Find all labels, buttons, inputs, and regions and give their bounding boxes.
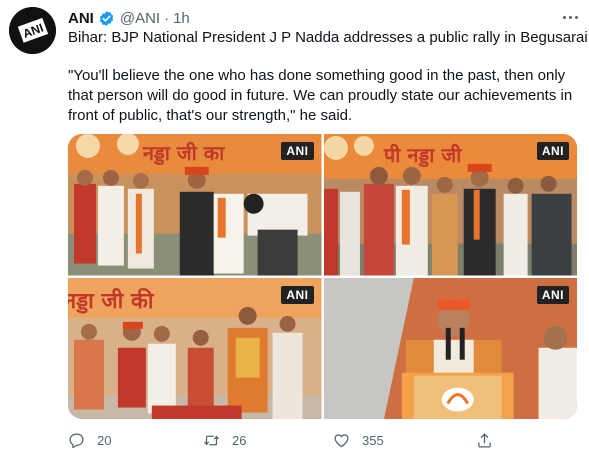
reply-button[interactable]: 20 [68, 432, 111, 449]
tweet-header: ANI @ANI · 1h [68, 8, 190, 28]
media-grid: नड्डा जी का ANI पी नड्डा जी ANI नड्डा जी… [68, 134, 577, 419]
photo-2[interactable]: पी नड्डा जी ANI [323, 134, 577, 276]
tweet-text-headline: Bihar: BJP National President J P Nadda … [68, 29, 588, 46]
timestamp[interactable]: 1h [173, 10, 190, 27]
photo-1[interactable]: नड्डा जी का ANI [68, 134, 322, 276]
author-name[interactable]: ANI [68, 10, 94, 27]
photo-3[interactable]: नड्डा जी की ANI [68, 277, 322, 419]
author-handle[interactable]: @ANI [120, 10, 160, 27]
ani-watermark: ANI [281, 142, 314, 160]
photo-2-banner: पी नड्डा जी [382, 143, 461, 168]
like-count: 355 [362, 432, 384, 448]
like-button[interactable]: 355 [333, 432, 384, 449]
avatar[interactable]: ANI [9, 7, 56, 54]
retweet-count: 26 [232, 432, 247, 448]
ani-watermark: ANI [536, 142, 569, 160]
photo-3-banner: नड्डा जी की [68, 286, 155, 313]
tweet-text-quote: "You'll believe the one who has done som… [68, 67, 573, 124]
retweet-button[interactable]: 26 [203, 432, 246, 449]
action-bar: 20 26 355 [68, 430, 498, 450]
reply-count: 20 [97, 432, 112, 448]
separator-dot: · [164, 9, 170, 27]
photo-4[interactable]: ANI [323, 277, 577, 419]
verified-icon [99, 10, 114, 26]
ani-watermark: ANI [536, 285, 569, 304]
share-button[interactable] [476, 432, 505, 449]
ani-watermark: ANI [281, 285, 314, 304]
photo-1-banner: नड्डा जी का [142, 141, 225, 166]
like-icon [334, 433, 349, 447]
retweet-icon [203, 435, 220, 445]
more-icon[interactable] [559, 6, 581, 28]
reply-icon [69, 432, 84, 448]
share-icon [478, 432, 491, 448]
